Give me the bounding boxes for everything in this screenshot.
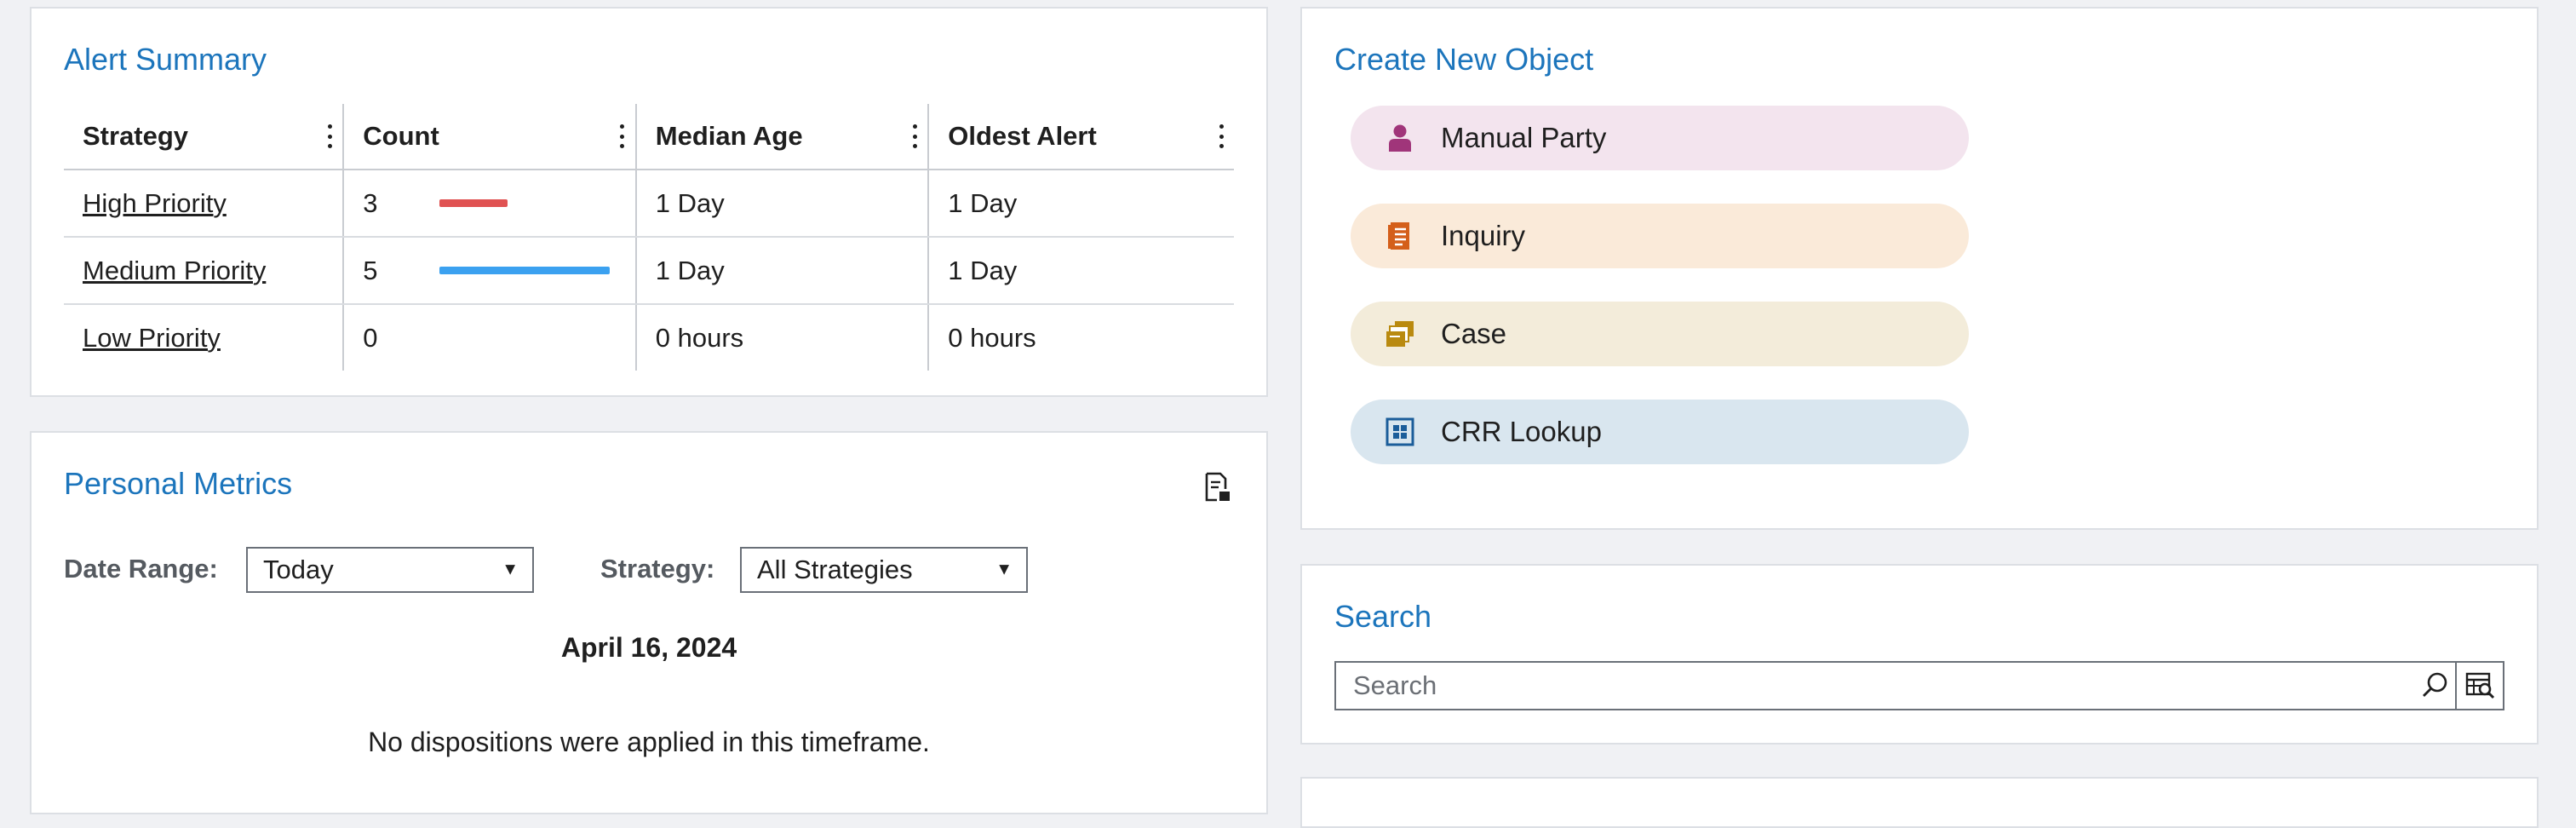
median-age-value: 1 Day bbox=[635, 170, 930, 238]
lookup-grid-icon bbox=[1385, 417, 1415, 447]
column-menu-icon[interactable] bbox=[912, 124, 917, 148]
create-new-object-panel: Create New Object Manual Party Inquiry C… bbox=[1300, 7, 2539, 530]
count-bar bbox=[439, 199, 508, 207]
date-range-label: Date Range: bbox=[64, 554, 218, 584]
inquiry-label: Inquiry bbox=[1441, 220, 1526, 251]
strategy-link-low-priority[interactable]: Low Priority bbox=[83, 323, 221, 353]
column-header-count[interactable]: Count bbox=[343, 104, 637, 170]
dropdown-caret-icon: ▼ bbox=[995, 560, 1013, 579]
advanced-search-icon bbox=[2465, 672, 2495, 699]
strategy-value: All Strategies bbox=[757, 555, 913, 584]
column-menu-icon[interactable] bbox=[327, 124, 332, 148]
median-age-value: 1 Day bbox=[635, 237, 930, 305]
strategy-link-high-priority[interactable]: High Priority bbox=[83, 188, 227, 218]
create-case-button[interactable]: Case bbox=[1351, 302, 1969, 366]
count-bar bbox=[439, 267, 611, 274]
manual-party-label: Manual Party bbox=[1441, 122, 1607, 153]
empty-state-message: No dispositions were applied in this tim… bbox=[368, 727, 930, 757]
create-new-object-title: Create New Object bbox=[1334, 42, 1594, 77]
table-row: Medium Priority 5 1 Day 1 Day bbox=[64, 237, 1234, 305]
create-crr-lookup-button[interactable]: CRR Lookup bbox=[1351, 400, 1969, 464]
case-label: Case bbox=[1441, 318, 1507, 349]
date-range-select[interactable]: Today ▼ bbox=[246, 547, 534, 593]
column-header-median-age[interactable]: Median Age bbox=[635, 104, 930, 170]
magnifier-icon[interactable] bbox=[2419, 670, 2452, 702]
personal-metrics-title: Personal Metrics bbox=[64, 466, 293, 501]
column-header-oldest-alert[interactable]: Oldest Alert bbox=[928, 104, 1234, 170]
search-input[interactable] bbox=[1336, 663, 2443, 709]
median-age-value: 0 hours bbox=[635, 304, 930, 371]
count-value: 3 bbox=[363, 187, 378, 218]
table-row: High Priority 3 1 Day 1 Day bbox=[64, 170, 1234, 238]
metrics-date-heading: April 16, 2024 bbox=[560, 632, 737, 663]
dropdown-caret-icon: ▼ bbox=[502, 560, 519, 579]
date-range-value: Today bbox=[263, 555, 334, 584]
oldest-alert-value: 0 hours bbox=[948, 322, 1036, 353]
column-menu-icon[interactable] bbox=[620, 124, 625, 148]
alert-summary-table: Strategy Count Median Age Oldest Alert H… bbox=[64, 104, 1234, 371]
alert-summary-panel: Alert Summary Strategy Count Median Age … bbox=[30, 7, 1268, 397]
personal-metrics-panel: Personal Metrics Date Range: Today ▼ Str… bbox=[30, 431, 1268, 814]
crr-lookup-label: CRR Lookup bbox=[1441, 416, 1602, 447]
column-header-strategy[interactable]: Strategy bbox=[64, 104, 345, 170]
export-report-icon[interactable] bbox=[1203, 472, 1232, 503]
search-title: Search bbox=[1334, 599, 1432, 634]
create-manual-party-button[interactable]: Manual Party bbox=[1351, 106, 1969, 170]
strategy-link-medium-priority[interactable]: Medium Priority bbox=[83, 256, 266, 285]
create-inquiry-button[interactable]: Inquiry bbox=[1351, 204, 1969, 268]
document-icon bbox=[1385, 221, 1415, 251]
table-header-row: Strategy Count Median Age Oldest Alert bbox=[64, 104, 1234, 170]
count-value: 0 bbox=[363, 322, 378, 353]
next-panel-partial bbox=[1300, 777, 2539, 828]
count-value: 5 bbox=[363, 255, 378, 285]
table-row: Low Priority 0 0 hours 0 hours bbox=[64, 304, 1234, 371]
search-box bbox=[1334, 661, 2504, 710]
folder-icon bbox=[1385, 319, 1415, 349]
person-icon bbox=[1385, 123, 1415, 153]
search-panel: Search bbox=[1300, 564, 2539, 745]
oldest-alert-value: 1 Day bbox=[928, 237, 1234, 305]
alert-summary-title: Alert Summary bbox=[64, 42, 267, 77]
oldest-alert-value: 1 Day bbox=[928, 170, 1234, 238]
column-menu-icon[interactable] bbox=[1219, 124, 1224, 148]
advanced-search-button[interactable] bbox=[2455, 663, 2503, 709]
strategy-select[interactable]: All Strategies ▼ bbox=[740, 547, 1028, 593]
strategy-label: Strategy: bbox=[600, 554, 715, 584]
